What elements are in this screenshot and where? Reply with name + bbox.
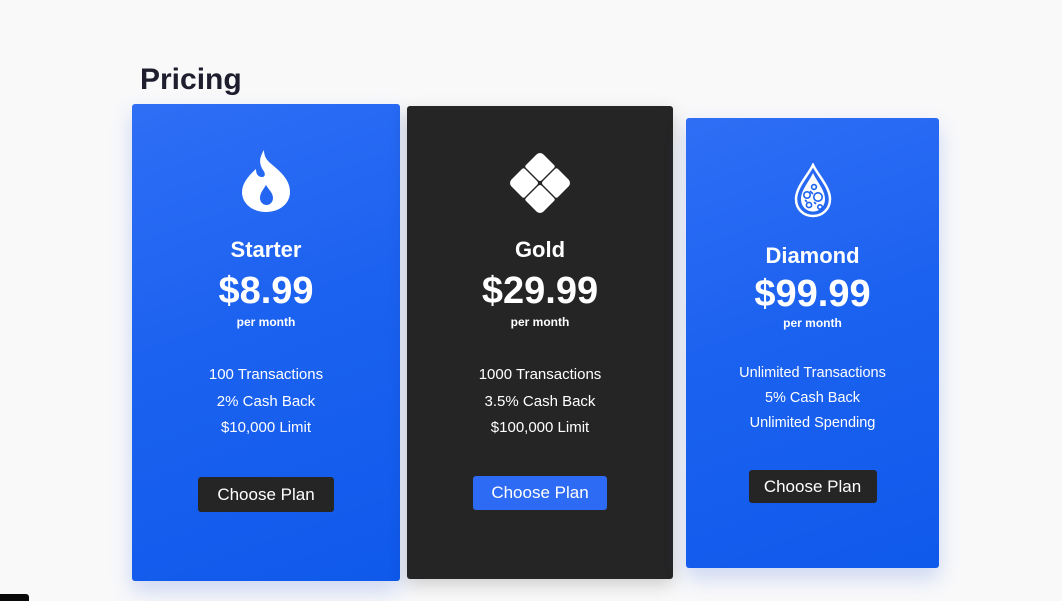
plan-price: $8.99 <box>218 270 314 312</box>
choose-plan-button-starter[interactable]: Choose Plan <box>198 477 334 512</box>
plan-name: Gold <box>514 237 566 262</box>
plan-period: per month <box>510 315 570 329</box>
feature-item: $100,000 Limit <box>490 419 590 436</box>
plan-name: Diamond <box>765 243 860 268</box>
plan-price: $99.99 <box>754 273 871 315</box>
feature-list: 1000 Transactions 3.5% Cash Back $100,00… <box>407 362 673 442</box>
feature-list: Unlimited Transactions 5% Cash Back Unli… <box>686 361 939 436</box>
feature-item: 1000 Transactions <box>478 366 602 383</box>
feature-item: 3.5% Cash Back <box>484 392 596 410</box>
plan-card-starter: Starter $8.99 per month 100 Transactions… <box>132 104 400 581</box>
feature-item: Unlimited Spending <box>749 415 876 431</box>
pricing-page: Pricing Starter $8.99 per month 100 Tran… <box>0 0 1062 601</box>
feature-item: 5% Cash Back <box>764 390 861 406</box>
corner-widget <box>0 594 29 601</box>
plan-card-diamond: Diamond $99.99 per month Unlimited Trans… <box>686 118 939 568</box>
flame-icon <box>242 149 290 218</box>
feature-item: 100 Transactions <box>208 366 324 383</box>
feature-item: Unlimited Transactions <box>739 365 886 381</box>
choose-plan-button-gold[interactable]: Choose Plan <box>473 476 607 510</box>
plan-period: per month <box>236 315 296 329</box>
droplet-icon <box>794 161 832 224</box>
plan-price: $29.99 <box>481 270 599 312</box>
plan-period: per month <box>783 316 842 330</box>
plan-name: Starter <box>230 237 302 262</box>
page-title: Pricing <box>140 63 242 96</box>
diamond-grid-icon <box>508 151 572 220</box>
feature-list: 100 Transactions 2% Cash Back $10,000 Li… <box>132 362 400 442</box>
feature-item: 2% Cash Back <box>216 392 316 410</box>
feature-item: $10,000 Limit <box>220 419 312 436</box>
choose-plan-button-diamond[interactable]: Choose Plan <box>748 470 877 503</box>
plan-card-gold: Gold $29.99 per month 1000 Transactions … <box>407 106 673 579</box>
